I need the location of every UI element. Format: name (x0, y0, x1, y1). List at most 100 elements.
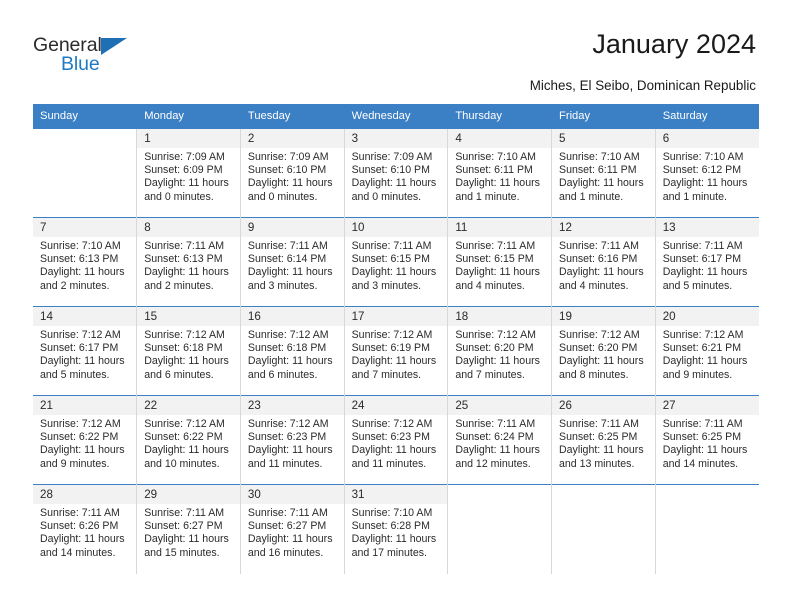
day-number: 12 (552, 218, 655, 237)
daylight-text: Daylight: 11 hours and 16 minutes. (247, 533, 333, 559)
calendar-day-cell[interactable]: 7 Sunrise: 7:10 AM Sunset: 6:13 PM Daylight… (33, 217, 138, 307)
daylight-text: Daylight: 11 hours and 6 minutes. (144, 355, 229, 381)
calendar-day-cell[interactable]: 23 Sunrise: 7:12 AM Sunset: 6:23 PM Dayligh… (240, 395, 345, 485)
sunrise-text: Sunrise: 7:09 AM (351, 151, 433, 163)
day-details: Sunrise: 7:12 AM Sunset: 6:21 PM Daylight:… (656, 326, 759, 382)
daylight-text: Daylight: 11 hours and 14 minutes. (40, 533, 125, 559)
calendar-day-cell[interactable]: 24 Sunrise: 7:12 AM Sunset: 6:23 PM Dayligh… (344, 395, 449, 485)
sunset-text: Sunset: 6:17 PM (40, 342, 119, 355)
sunrise-text: Sunrise: 7:10 AM (662, 151, 744, 163)
calendar-day-cell[interactable]: 17 Sunrise: 7:12 AM Sunset: 6:19 PM Dayligh… (344, 306, 449, 396)
calendar-day-cell[interactable]: 3 Sunrise: 7:09 AM Sunset: 6:10 PM Daylight… (344, 128, 449, 218)
calendar-week-row: 14 Sunrise: 7:12 AM Sunset: 6:17 PM Dayligh… (33, 306, 759, 396)
sunrise-text: Sunrise: 7:12 AM (455, 329, 536, 341)
day-number: 28 (33, 485, 137, 504)
day-number: 25 (448, 396, 552, 415)
calendar-day-cell[interactable]: 2 Sunrise: 7:09 AM Sunset: 6:10 PM Daylight… (240, 128, 345, 218)
brand-logo[interactable]: General Blue (33, 35, 163, 84)
weekday-header-friday: Friday (551, 104, 656, 129)
calendar-empty-cell (551, 484, 656, 574)
daylight-text: Daylight: 11 hours and 12 minutes. (455, 444, 540, 470)
calendar-day-cell[interactable]: 9 Sunrise: 7:11 AM Sunset: 6:14 PM Daylight… (240, 217, 345, 307)
day-details: Sunrise: 7:10 AM Sunset: 6:12 PM Daylight:… (656, 148, 759, 204)
day-number: 5 (552, 129, 655, 148)
day-number: 20 (655, 307, 759, 326)
day-number: 17 (344, 307, 448, 326)
day-details: Sunrise: 7:11 AM Sunset: 6:25 PM Daylight:… (552, 415, 655, 471)
calendar-day-cell[interactable]: 5 Sunrise: 7:10 AM Sunset: 6:11 PM Daylight… (551, 128, 656, 218)
calendar-day-cell[interactable]: 4 Sunrise: 7:10 AM Sunset: 6:11 PM Daylight… (447, 128, 553, 218)
weekday-header-saturday: Saturday (655, 104, 759, 129)
day-number: 4 (448, 129, 552, 148)
calendar-page: General Blue January 2024 Miches, El Sei… (0, 0, 792, 612)
day-number: 26 (552, 396, 655, 415)
sunrise-text: Sunrise: 7:12 AM (247, 329, 329, 341)
day-details: Sunrise: 7:12 AM Sunset: 6:18 PM Daylight:… (241, 326, 344, 382)
sunset-text: Sunset: 6:10 PM (351, 164, 430, 177)
sunrise-text: Sunrise: 7:12 AM (144, 418, 225, 430)
day-details: Sunrise: 7:12 AM Sunset: 6:23 PM Daylight:… (345, 415, 448, 471)
calendar-day-cell[interactable]: 16 Sunrise: 7:12 AM Sunset: 6:18 PM Dayligh… (240, 306, 345, 396)
sunrise-text: Sunrise: 7:12 AM (40, 329, 121, 341)
calendar-day-cell[interactable]: 30 Sunrise: 7:11 AM Sunset: 6:27 PM Dayligh… (240, 484, 345, 574)
sunrise-text: Sunrise: 7:11 AM (559, 240, 639, 252)
daylight-text: Daylight: 11 hours and 3 minutes. (247, 266, 333, 292)
calendar-day-cell[interactable]: 8 Sunrise: 7:11 AM Sunset: 6:13 PM Daylight… (136, 217, 241, 307)
calendar-day-cell[interactable]: 19 Sunrise: 7:12 AM Sunset: 6:20 PM Dayligh… (551, 306, 656, 396)
calendar-day-cell[interactable]: 1 Sunrise: 7:09 AM Sunset: 6:09 PM Daylight… (136, 128, 241, 218)
calendar-day-cell[interactable]: 14 Sunrise: 7:12 AM Sunset: 6:17 PM Dayligh… (33, 306, 138, 396)
sunrise-text: Sunrise: 7:11 AM (144, 240, 225, 252)
day-number: 13 (655, 218, 759, 237)
sunset-text: Sunset: 6:21 PM (662, 342, 742, 355)
sunrise-text: Sunrise: 7:12 AM (40, 418, 121, 430)
day-number: 11 (448, 218, 552, 237)
sunset-text: Sunset: 6:23 PM (351, 431, 430, 444)
daylight-text: Daylight: 11 hours and 0 minutes. (247, 177, 333, 203)
day-details: Sunrise: 7:09 AM Sunset: 6:10 PM Daylight:… (345, 148, 448, 204)
sunset-text: Sunset: 6:27 PM (144, 520, 223, 533)
day-number: 29 (137, 485, 240, 504)
calendar-day-cell[interactable]: 29 Sunrise: 7:11 AM Sunset: 6:27 PM Dayligh… (136, 484, 241, 574)
calendar-day-cell[interactable]: 27 Sunrise: 7:11 AM Sunset: 6:25 PM Dayligh… (655, 395, 759, 485)
day-details: Sunrise: 7:10 AM Sunset: 6:11 PM Daylight:… (448, 148, 551, 204)
day-details: Sunrise: 7:11 AM Sunset: 6:17 PM Daylight:… (656, 237, 759, 293)
daylight-text: Daylight: 11 hours and 15 minutes. (144, 533, 229, 559)
day-details: Sunrise: 7:11 AM Sunset: 6:27 PM Daylight:… (137, 504, 240, 560)
calendar-day-cell[interactable]: 31 Sunrise: 7:10 AM Sunset: 6:28 PM Dayligh… (344, 484, 449, 574)
sunset-text: Sunset: 6:20 PM (559, 342, 638, 355)
day-details: Sunrise: 7:12 AM Sunset: 6:18 PM Daylight:… (137, 326, 240, 382)
calendar-day-cell[interactable]: 10 Sunrise: 7:11 AM Sunset: 6:15 PM Dayligh… (344, 217, 449, 307)
calendar-day-cell[interactable]: 6 Sunrise: 7:10 AM Sunset: 6:12 PM Daylight… (655, 128, 759, 218)
daylight-text: Daylight: 11 hours and 2 minutes. (144, 266, 229, 292)
day-number: 8 (137, 218, 240, 237)
calendar-day-cell[interactable]: 15 Sunrise: 7:12 AM Sunset: 6:18 PM Dayligh… (136, 306, 241, 396)
day-number: 3 (344, 129, 448, 148)
sunset-text: Sunset: 6:23 PM (247, 431, 327, 444)
weekday-header-thursday: Thursday (447, 104, 553, 129)
calendar-day-cell[interactable]: 11 Sunrise: 7:11 AM Sunset: 6:15 PM Dayligh… (447, 217, 553, 307)
calendar-day-cell[interactable]: 12 Sunrise: 7:11 AM Sunset: 6:16 PM Dayligh… (551, 217, 656, 307)
calendar-day-cell[interactable]: 28 Sunrise: 7:11 AM Sunset: 6:26 PM Dayligh… (33, 484, 138, 574)
brand-triangle-icon (101, 38, 127, 55)
calendar-day-cell[interactable]: 25 Sunrise: 7:11 AM Sunset: 6:24 PM Dayligh… (447, 395, 553, 485)
brand-name-blue: Blue (61, 53, 100, 75)
day-number: 9 (240, 218, 344, 237)
sunset-text: Sunset: 6:25 PM (662, 431, 742, 444)
calendar-day-cell[interactable]: 21 Sunrise: 7:12 AM Sunset: 6:22 PM Dayligh… (33, 395, 138, 485)
day-number: 21 (33, 396, 137, 415)
calendar-day-cell[interactable]: 13 Sunrise: 7:11 AM Sunset: 6:17 PM Dayligh… (655, 217, 759, 307)
calendar-header-row: Sunday Monday Tuesday Wednesday Thursday… (33, 104, 759, 129)
day-number: 2 (240, 129, 344, 148)
sunset-text: Sunset: 6:19 PM (351, 342, 430, 355)
calendar-day-cell[interactable]: 22 Sunrise: 7:12 AM Sunset: 6:22 PM Dayligh… (136, 395, 241, 485)
sunset-text: Sunset: 6:22 PM (144, 431, 223, 444)
sunrise-text: Sunrise: 7:12 AM (351, 329, 433, 341)
calendar-day-cell[interactable]: 20 Sunrise: 7:12 AM Sunset: 6:21 PM Dayligh… (655, 306, 759, 396)
calendar-day-cell[interactable]: 18 Sunrise: 7:12 AM Sunset: 6:20 PM Dayligh… (447, 306, 553, 396)
calendar-week-row: 7 Sunrise: 7:10 AM Sunset: 6:13 PM Daylight… (33, 217, 759, 307)
sunrise-text: Sunrise: 7:11 AM (247, 507, 328, 519)
day-details: Sunrise: 7:12 AM Sunset: 6:17 PM Daylight:… (33, 326, 136, 382)
page-header: General Blue January 2024 Miches, El Sei… (0, 0, 792, 104)
day-number: 30 (240, 485, 344, 504)
calendar-day-cell[interactable]: 26 Sunrise: 7:11 AM Sunset: 6:25 PM Dayligh… (551, 395, 656, 485)
